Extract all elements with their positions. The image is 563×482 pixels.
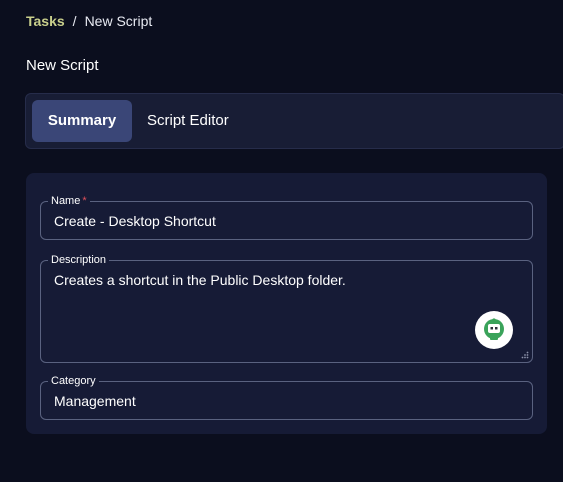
category-field-value[interactable]: Management xyxy=(54,393,136,409)
name-field[interactable]: Name * Create - Desktop Shortcut xyxy=(40,194,533,240)
description-field-label: Description xyxy=(48,253,110,267)
tab-summary[interactable]: Summary xyxy=(32,100,132,142)
category-field-label: Category xyxy=(48,374,99,388)
description-field-value[interactable]: Creates a shortcut in the Public Desktop… xyxy=(54,272,346,288)
breadcrumb: Tasks / New Script xyxy=(26,13,152,29)
page-title: New Script xyxy=(26,57,99,74)
tab-script-editor[interactable]: Script Editor xyxy=(132,100,244,142)
name-field-label: Name * xyxy=(48,194,90,208)
summary-form-card: Name * Create - Desktop Shortcut Descript… xyxy=(26,173,547,434)
tab-bar: Summary Script Editor xyxy=(25,93,563,149)
name-field-value[interactable]: Create - Desktop Shortcut xyxy=(54,213,216,229)
breadcrumb-separator: / xyxy=(72,13,77,29)
required-marker: * xyxy=(82,195,87,207)
name-label-text: Name xyxy=(51,195,81,207)
resize-grip-icon[interactable] xyxy=(521,351,529,359)
breadcrumb-current: New Script xyxy=(84,13,153,29)
category-field[interactable]: Category Management xyxy=(40,374,533,420)
robot-icon xyxy=(484,318,504,340)
breadcrumb-link-tasks[interactable]: Tasks xyxy=(26,13,65,29)
ai-assistant-button[interactable] xyxy=(475,311,513,349)
description-field[interactable]: Description Creates a shortcut in the Pu… xyxy=(40,253,533,363)
